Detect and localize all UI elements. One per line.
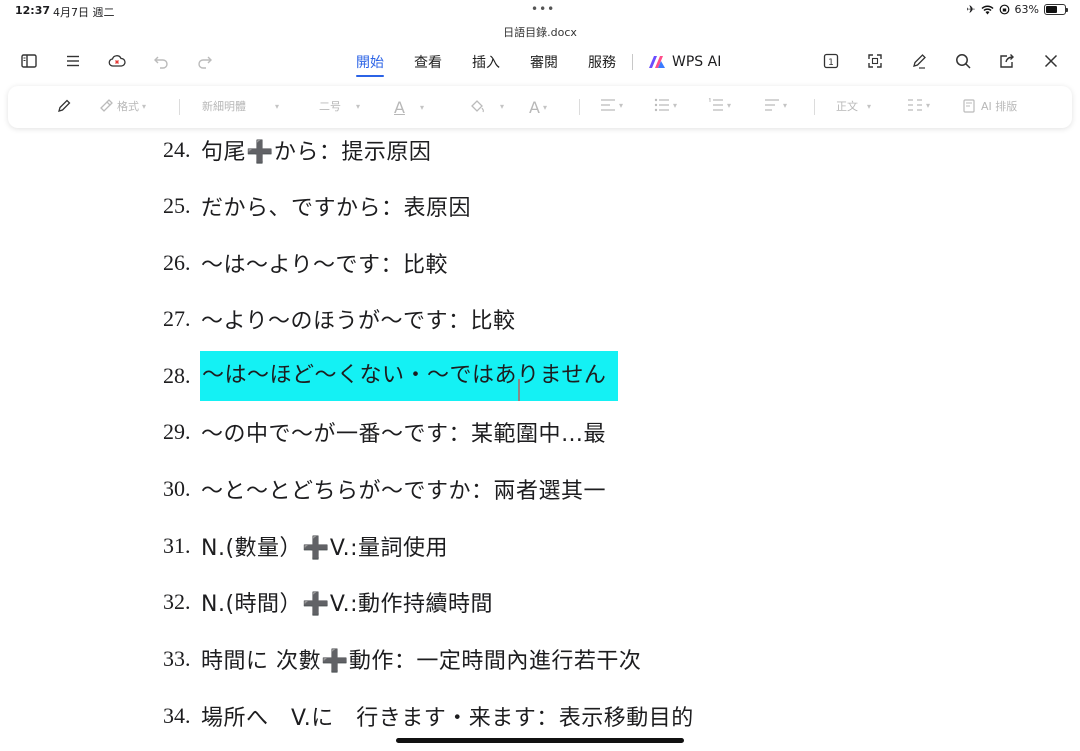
list-item[interactable]: 24. 句尾➕から：提示原因 (163, 128, 431, 172)
document-body[interactable]: 24. 句尾➕から：提示原因 25. だから、ですから：表原因 26. ～は～より～で… (0, 0, 1080, 751)
list-number: 26. (163, 250, 191, 275)
list-item[interactable]: 34. 場所へ V.に 行きます・来ます：表示移動目的 (163, 694, 694, 738)
list-item[interactable]: 31. N.(數量）➕V.:量詞使用 (163, 524, 448, 568)
list-text: ～より～のほうが～です：比較 (201, 309, 516, 334)
list-number: 27. (163, 306, 191, 331)
list-number: 28. (163, 363, 191, 388)
list-text: N.(數量）➕V.:量詞使用 (201, 536, 449, 561)
list-text: 場所へ V.に 行きます・来ます：表示移動目的 (201, 706, 694, 731)
list-item[interactable]: 26. ～は～より～です：比較 (163, 241, 448, 285)
home-indicator[interactable] (396, 738, 684, 743)
list-item[interactable]: 33. 時間に 次數➕動作：一定時間內進行若干次 (163, 637, 641, 681)
list-number: 32. (163, 589, 191, 614)
list-item[interactable]: 32. N.(時間）➕V.:動作持續時間 (163, 580, 493, 624)
list-text: 時間に 次數➕動作：一定時間內進行若干次 (201, 649, 642, 674)
list-number: 34. (163, 703, 191, 728)
list-number: 25. (163, 193, 191, 218)
highlighted-text: ～は～ほど～くない・～ではありません (200, 351, 619, 401)
list-text: 句尾➕から：提示原因 (201, 140, 432, 165)
list-text: ～と～とどちらが～ですか：兩者選其一 (201, 479, 607, 504)
list-text: だから、ですから：表原因 (201, 196, 472, 221)
list-text: N.(時間）➕V.:動作持續時間 (201, 592, 494, 617)
list-item[interactable]: 30. ～と～とどちらが～ですか：兩者選其一 (163, 467, 606, 511)
list-number: 31. (163, 533, 191, 558)
list-item[interactable]: 27. ～より～のほうが～です：比較 (163, 297, 516, 341)
list-item-highlighted[interactable]: 28. ～は～ほど～くない・～ではありません (163, 351, 619, 401)
list-number: 30. (163, 476, 191, 501)
list-number: 24. (163, 137, 191, 162)
list-number: 33. (163, 646, 191, 671)
text-cursor (518, 379, 520, 401)
list-number: 29. (163, 419, 191, 444)
list-item[interactable]: 25. だから、ですから：表原因 (163, 184, 471, 228)
list-text: ～の中で～が一番～です：某範圍中…最 (201, 422, 607, 447)
list-text: ～は～より～です：比較 (201, 253, 449, 278)
list-item[interactable]: 29. ～の中で～が一番～です：某範圍中…最 (163, 410, 606, 454)
